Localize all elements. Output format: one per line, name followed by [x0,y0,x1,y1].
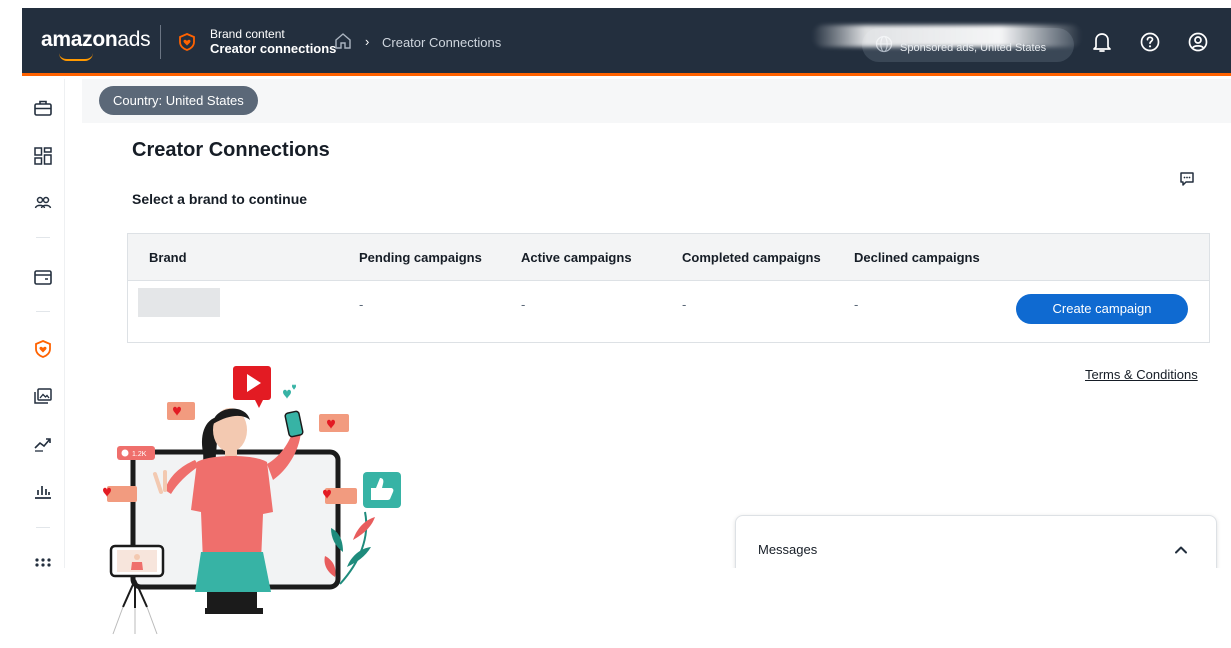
page-subtitle: Select a brand to continue [132,191,308,207]
shield-heart-icon[interactable] [33,339,53,359]
logo-smile [59,53,93,61]
create-campaign-button[interactable]: Create campaign [1016,294,1188,324]
column-header-brand[interactable]: Brand [149,250,187,265]
help-icon[interactable] [1140,32,1160,52]
briefcase-icon[interactable] [33,98,53,118]
media-library-icon[interactable] [33,386,53,406]
column-header-completed[interactable]: Completed campaigns [682,250,821,265]
chevron-up-icon[interactable] [1173,542,1189,558]
logo-text-ads: ads [117,28,151,51]
brand-name-redacted [138,288,220,317]
section-label: Brand content [210,27,285,41]
column-header-declined[interactable]: Declined campaigns [854,250,980,265]
comment-count-badge: 1.2K [132,451,147,458]
amazon-ads-logo[interactable]: amazonads [41,28,151,61]
table-header: Brand Pending campaigns Active campaigns… [128,234,1209,281]
logo-text-amazon: amazon [41,28,118,51]
section-title: Creator connections [210,41,337,56]
top-navigation-bar: amazonads Brand content Creator connecti… [22,8,1231,76]
completed-campaigns-value: - [682,297,687,312]
left-sidebar [22,79,65,568]
brand-table: Brand Pending campaigns Active campaigns… [127,233,1210,343]
user-icon[interactable] [1188,32,1208,52]
column-header-pending[interactable]: Pending campaigns [359,250,482,265]
terms-link[interactable]: Terms & Conditions [1085,367,1198,382]
messages-panel[interactable]: Messages [735,515,1217,568]
breadcrumb-chevron-icon: › [365,34,370,49]
wallet-icon[interactable] [33,267,53,287]
trending-icon[interactable] [33,434,53,454]
sidebar-divider [36,237,50,238]
messages-label: Messages [758,542,818,557]
header-divider [160,25,161,59]
page-title: Creator Connections [132,139,330,161]
sidebar-divider [36,311,50,312]
people-icon[interactable] [33,193,53,213]
section-title-block: Brand content Creator connections [210,27,336,57]
bar-chart-icon[interactable] [33,481,53,501]
bell-icon[interactable] [1092,31,1112,53]
shield-heart-icon [179,33,195,51]
sidebar-divider [36,527,50,528]
dashboard-icon[interactable] [33,146,53,166]
creator-illustration: 1.2K [103,366,401,635]
apps-icon[interactable] [33,553,53,568]
feedback-icon[interactable] [1179,171,1195,187]
country-filter[interactable]: Country: United States [99,86,258,115]
pending-campaigns-value: - [359,297,364,312]
breadcrumb-current[interactable]: Creator Connections [382,35,501,50]
home-icon[interactable] [334,32,352,50]
active-campaigns-value: - [521,297,526,312]
declined-campaigns-value: - [854,297,859,312]
account-subtitle: Sponsored ads, United States [900,42,1047,54]
column-header-active[interactable]: Active campaigns [521,250,632,265]
